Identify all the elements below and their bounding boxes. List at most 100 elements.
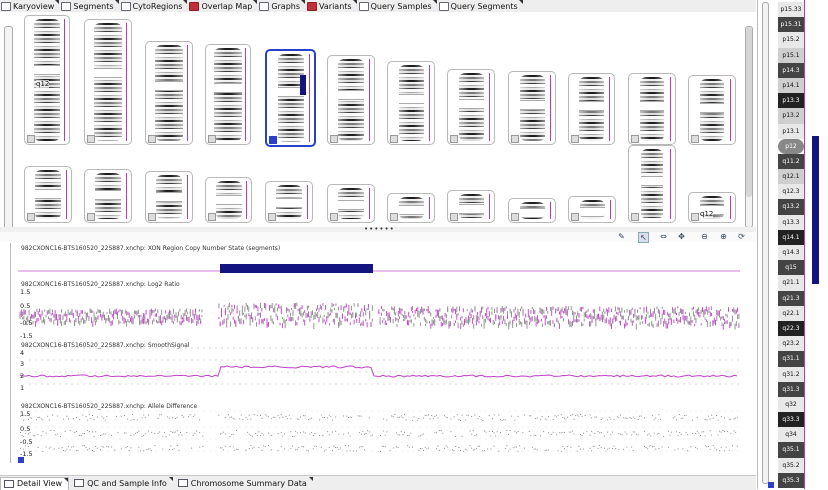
chromosome-number-box[interactable] (27, 213, 35, 221)
chromosome-number-box[interactable] (330, 135, 338, 143)
karyogram-chromosome[interactable] (145, 171, 193, 223)
karyogram-chromosome[interactable] (84, 169, 132, 223)
chromosome-number-box[interactable] (450, 213, 458, 221)
tab-query-segments[interactable]: Query Segments (438, 0, 523, 12)
karyogram-chromosome[interactable] (24, 166, 72, 223)
tab-dropdown-icon[interactable] (114, 0, 119, 4)
chromosome-number-box[interactable] (330, 213, 338, 221)
ideogram-band[interactable]: q12.1 (778, 169, 804, 185)
cnv-gain-bar[interactable] (300, 75, 306, 95)
ideogram-band[interactable]: p13.1 (778, 123, 804, 139)
chromosome-number-box[interactable] (450, 135, 458, 143)
ideogram-band[interactable]: p12 (778, 138, 804, 154)
tab-dropdown-icon[interactable] (352, 0, 357, 4)
tab-overlap-map[interactable]: Overlap Map (188, 0, 258, 12)
karyogram-chromosome[interactable] (688, 192, 736, 223)
ideogram-band[interactable]: q35.2 (778, 457, 804, 473)
ideogram-band[interactable]: q23.2 (778, 336, 804, 352)
chromosome-number-box[interactable] (87, 135, 95, 143)
ideogram-band[interactable]: q35.3 (778, 472, 804, 488)
chromosome-number-box[interactable] (631, 213, 639, 221)
bottom-tab-qc-and-sample-info[interactable]: QC and Sample Info (71, 477, 173, 489)
zoom-out-icon[interactable]: ⊖ (700, 232, 709, 241)
karyogram-chromosome[interactable] (688, 75, 736, 145)
ideogram-band[interactable]: q21.1 (778, 275, 804, 291)
ideogram-band[interactable]: q31.1 (778, 351, 804, 367)
chromosome-number-box[interactable] (87, 213, 95, 221)
detail-graph-svg[interactable] (18, 243, 742, 463)
track-corner-marker[interactable] (18, 457, 24, 463)
ideogram-band[interactable]: p15.33 (778, 2, 804, 18)
ideogram-band[interactable]: q14.3 (778, 245, 804, 261)
ideogram-band[interactable]: q13.3 (778, 214, 804, 230)
karyoview-left-strip[interactable] (4, 26, 13, 233)
karyogram-chromosome[interactable] (508, 198, 556, 223)
ideogram-band[interactable]: p14.3 (778, 62, 804, 78)
note-icon[interactable]: ✎ (617, 232, 626, 241)
pointer-icon[interactable]: ↖ (638, 232, 649, 243)
chromosome-number-box[interactable] (631, 135, 639, 143)
karyogram-chromosome[interactable] (205, 177, 252, 223)
pan-icon[interactable]: ✥ (677, 232, 686, 241)
chromosome-5-ideogram[interactable]: p15.33 p15.31 p15.2 p15.1 p14.3 p14.1 p13.3 p13… (778, 0, 804, 489)
chromosome-number-box[interactable] (208, 135, 216, 143)
tab-query-samples[interactable]: Query Samples (358, 0, 437, 12)
karyogram-chromosome[interactable] (205, 44, 251, 145)
karyogram-chromosome[interactable] (508, 71, 556, 145)
ideogram-band[interactable]: p13.3 (778, 93, 804, 109)
ideogram-band[interactable]: q31.2 (778, 366, 804, 382)
chromosome-number-box[interactable] (691, 213, 699, 221)
tab-dropdown-icon[interactable] (168, 477, 173, 481)
ideogram-scrollbar[interactable] (762, 2, 769, 484)
karyogram-chromosome[interactable] (327, 184, 375, 223)
karyogram-chromosome[interactable] (265, 181, 313, 223)
chromosome-number-box[interactable] (27, 135, 35, 143)
ideogram-band[interactable]: p13.2 (778, 108, 804, 124)
bottom-tab-detail-view[interactable]: Detail View (0, 476, 70, 490)
karyoview-scroll-thumb[interactable] (746, 27, 752, 197)
ideogram-band[interactable]: q21.3 (778, 290, 804, 306)
chromosome-number-box[interactable] (511, 135, 519, 143)
chromosome-number-box[interactable] (511, 213, 519, 221)
ideogram-band[interactable]: q15 (778, 260, 804, 276)
tab-dropdown-icon[interactable] (301, 0, 306, 4)
range-select-icon[interactable]: ⇔ (659, 232, 668, 241)
chromosome-number-box[interactable] (390, 135, 398, 143)
tab-dropdown-icon[interactable] (518, 0, 523, 4)
tab-dropdown-icon[interactable] (308, 477, 313, 481)
chromosome-number-box[interactable] (208, 213, 216, 221)
ideogram-band[interactable]: q31.3 (778, 381, 804, 397)
ideogram-band[interactable]: q35.1 (778, 442, 804, 458)
tab-variants[interactable]: Variants (306, 0, 357, 12)
ideogram-band[interactable]: q22.3 (778, 320, 804, 337)
tab-dropdown-icon[interactable] (253, 0, 258, 4)
ideogram-band[interactable]: q11.2 (778, 153, 804, 170)
chromosome-number-box[interactable] (691, 135, 699, 143)
karyogram-chromosome[interactable] (447, 190, 495, 223)
tab-cytoregions[interactable]: CytoRegions (120, 0, 188, 12)
ideogram-band[interactable]: q33.3 (778, 412, 804, 428)
chromosome-number-box[interactable] (269, 136, 277, 144)
karyogram-chromosome[interactable] (568, 73, 615, 145)
karyogram-chromosome[interactable] (447, 69, 495, 145)
tab-graphs[interactable]: Graphs (258, 0, 306, 12)
tab-dropdown-icon[interactable] (55, 0, 60, 4)
chromosome-number-box[interactable] (148, 135, 156, 143)
chromosome-number-box[interactable] (390, 213, 398, 221)
tab-segments[interactable]: Segments (60, 0, 119, 12)
tab-karyoview[interactable]: Karyoview (0, 0, 60, 12)
ideogram-band[interactable]: p15.1 (778, 47, 804, 63)
ideogram-band[interactable]: p15.2 (778, 32, 804, 48)
karyogram-chromosome[interactable] (327, 55, 375, 145)
detail-view[interactable]: 982CXONC16-BTS160520_22S887.xnchp: XON R… (18, 243, 742, 463)
karyoview-panel[interactable]: q12 q12 (0, 12, 756, 233)
ideogram-band[interactable]: p14.1 (778, 77, 804, 94)
ideogram-band[interactable]: q34 (778, 427, 804, 443)
karyogram-chromosome[interactable] (568, 196, 616, 223)
karyogram-chromosome[interactable] (387, 193, 435, 223)
ideogram-cnv-marker[interactable] (812, 136, 819, 284)
tab-dropdown-icon[interactable] (432, 0, 437, 4)
ideogram-band[interactable]: q32 (778, 396, 804, 413)
tab-dropdown-icon[interactable] (183, 0, 188, 4)
chromosome-number-box[interactable] (571, 213, 579, 221)
